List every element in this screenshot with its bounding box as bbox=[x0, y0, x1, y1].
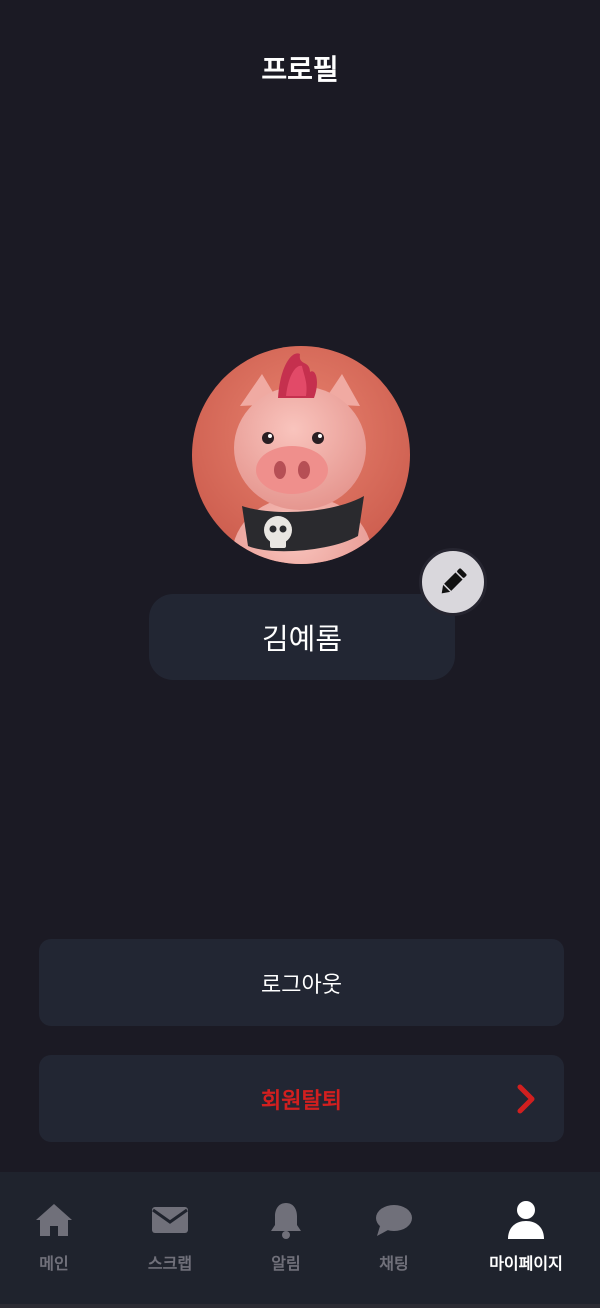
tab-main-label: 메인 bbox=[39, 1254, 69, 1273]
edit-profile-button[interactable] bbox=[419, 548, 487, 616]
bell-icon bbox=[271, 1203, 301, 1239]
withdraw-label: 회원탈퇴 bbox=[261, 1087, 342, 1114]
tab-chat[interactable]: 채팅 bbox=[334, 1172, 454, 1308]
page-title: 프로필 bbox=[261, 53, 339, 86]
home-icon bbox=[36, 1204, 72, 1236]
bottom-tab-bar: 메인 스크랩 알림 채팅 마이페이지 bbox=[0, 1172, 600, 1308]
home-indicator-bar bbox=[0, 1304, 600, 1308]
tab-notifications[interactable]: 알림 bbox=[226, 1172, 346, 1308]
tab-chat-label: 채팅 bbox=[379, 1254, 409, 1273]
chevron-right-icon bbox=[517, 1084, 535, 1114]
profile-name: 김예롬 bbox=[149, 594, 455, 680]
tab-main[interactable]: 메인 bbox=[0, 1172, 114, 1308]
logout-button[interactable]: 로그아웃 bbox=[39, 939, 564, 1026]
tab-scrap[interactable]: 스크랩 bbox=[110, 1172, 230, 1308]
tab-mypage-label: 마이페이지 bbox=[489, 1254, 563, 1273]
tab-mypage[interactable]: 마이페이지 bbox=[466, 1172, 586, 1308]
pencil-icon bbox=[441, 568, 467, 594]
withdraw-button[interactable]: 회원탈퇴 bbox=[39, 1055, 564, 1142]
tab-scrap-label: 스크랩 bbox=[147, 1254, 193, 1273]
envelope-icon bbox=[152, 1207, 188, 1233]
logout-label: 로그아웃 bbox=[261, 972, 342, 998]
user-icon bbox=[508, 1201, 544, 1239]
tab-notifications-label: 알림 bbox=[271, 1254, 301, 1273]
profile-avatar bbox=[192, 346, 410, 564]
chat-bubble-icon bbox=[376, 1205, 412, 1236]
pig-avatar-image bbox=[192, 346, 410, 564]
